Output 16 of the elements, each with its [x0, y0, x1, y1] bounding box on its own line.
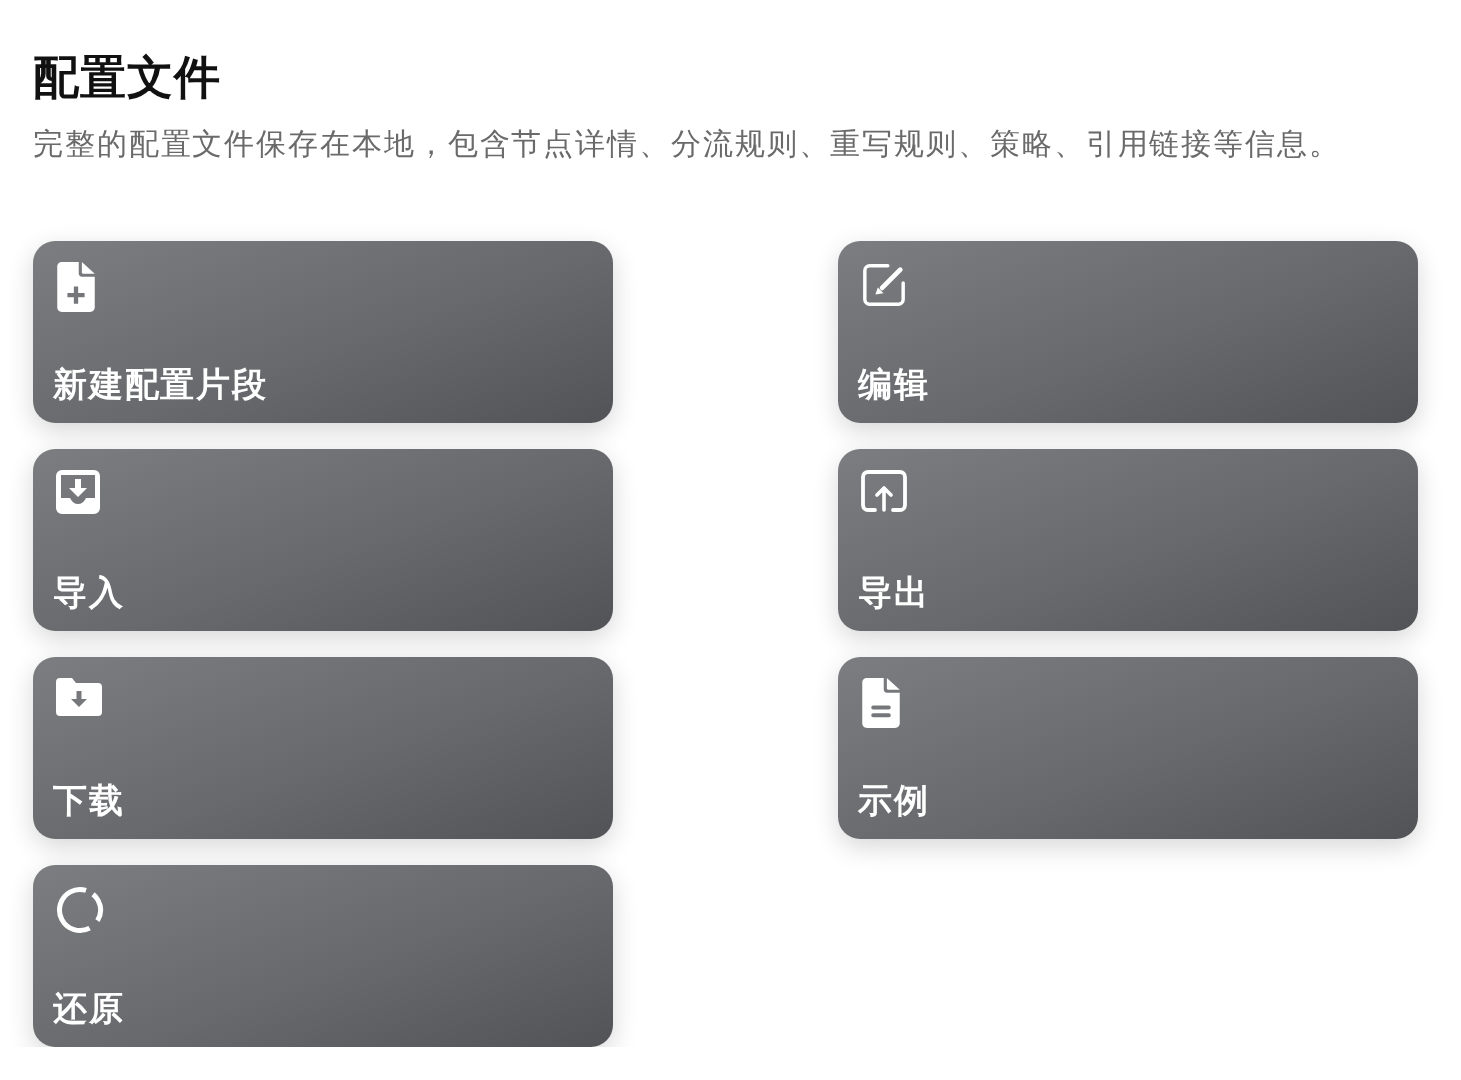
action-tile-button[interactable]: 示例: [838, 657, 1418, 840]
tray-download-icon: [56, 470, 100, 515]
action-tile-button[interactable]: 编辑: [838, 241, 1418, 424]
page-description: 完整的配置文件保存在本地，包含节点详情、分流规则、重写规则、策略、引用链接等信息。: [33, 125, 1342, 164]
action-tile-button[interactable]: 新建配置片段: [33, 241, 613, 424]
file-plus-icon: [56, 262, 96, 313]
page-title: 配置文件: [33, 50, 222, 106]
document-icon: [861, 678, 901, 729]
action-tile-button[interactable]: 下载: [33, 657, 613, 840]
box-upload-icon: [861, 470, 907, 513]
pencil-square-icon: [861, 262, 907, 309]
action-tile-button[interactable]: 还原: [33, 865, 613, 1048]
action-tile-button[interactable]: 导入: [33, 449, 613, 632]
action-tile-button[interactable]: 导出: [838, 449, 1418, 632]
folder-download-icon: [56, 678, 102, 717]
broken-circle-icon: [56, 886, 104, 935]
